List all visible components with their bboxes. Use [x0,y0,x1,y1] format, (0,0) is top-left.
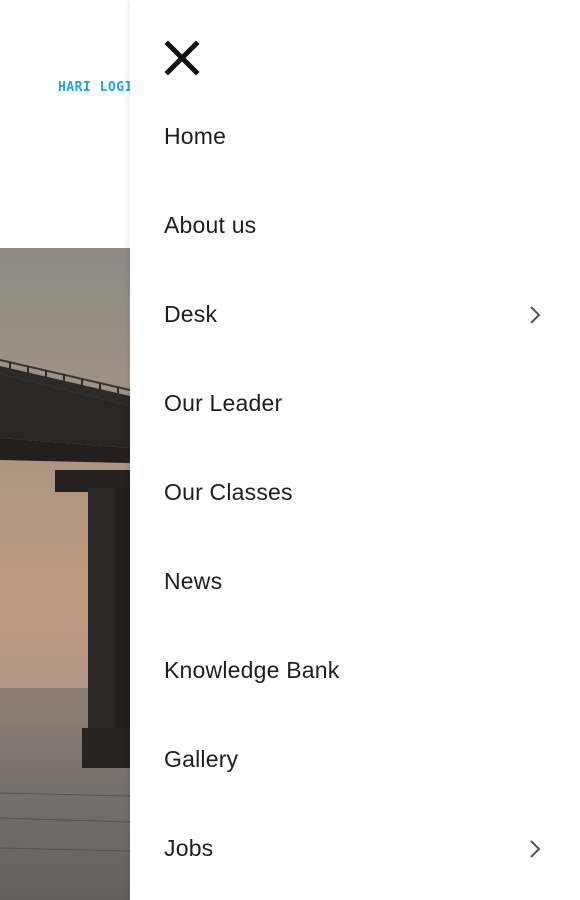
menu-item-jobs[interactable]: Jobs [130,804,580,893]
menu-item-knowledge-bank[interactable]: Knowledge Bank [130,626,580,715]
menu-item-label: News [164,568,223,594]
hero-image [0,248,130,900]
menu-item-desk[interactable]: Desk [130,270,580,359]
menu-item-label: Knowledge Bank [164,657,340,683]
bridge-silhouette-image [0,359,130,900]
menu-item-label: Gallery [164,746,239,772]
menu-item-news[interactable]: News [130,537,580,626]
menu-item-about-us[interactable]: About us [130,181,580,270]
drawer-menu: Home About us Desk Our Leader Our Classe… [130,92,580,893]
site-logo-text: HARI LOGIS [58,80,130,95]
close-button[interactable] [162,38,202,78]
menu-item-label: Our Leader [164,390,283,416]
menu-item-label: Desk [164,301,218,327]
menu-item-label: About us [164,212,257,238]
menu-item-gallery[interactable]: Gallery [130,715,580,804]
chevron-right-icon[interactable] [524,838,546,860]
chevron-right-icon[interactable] [524,304,546,326]
menu-item-label: Our Classes [164,479,293,505]
menu-item-our-classes[interactable]: Our Classes [130,448,580,537]
menu-item-our-leader[interactable]: Our Leader [130,359,580,448]
menu-item-label: Home [164,123,227,149]
menu-item-home[interactable]: Home [130,92,580,181]
close-icon [164,40,200,76]
navigation-drawer: Home About us Desk Our Leader Our Classe… [130,0,580,900]
menu-item-label: Jobs [164,835,214,861]
background-page: HARI LOGIS [0,0,130,900]
